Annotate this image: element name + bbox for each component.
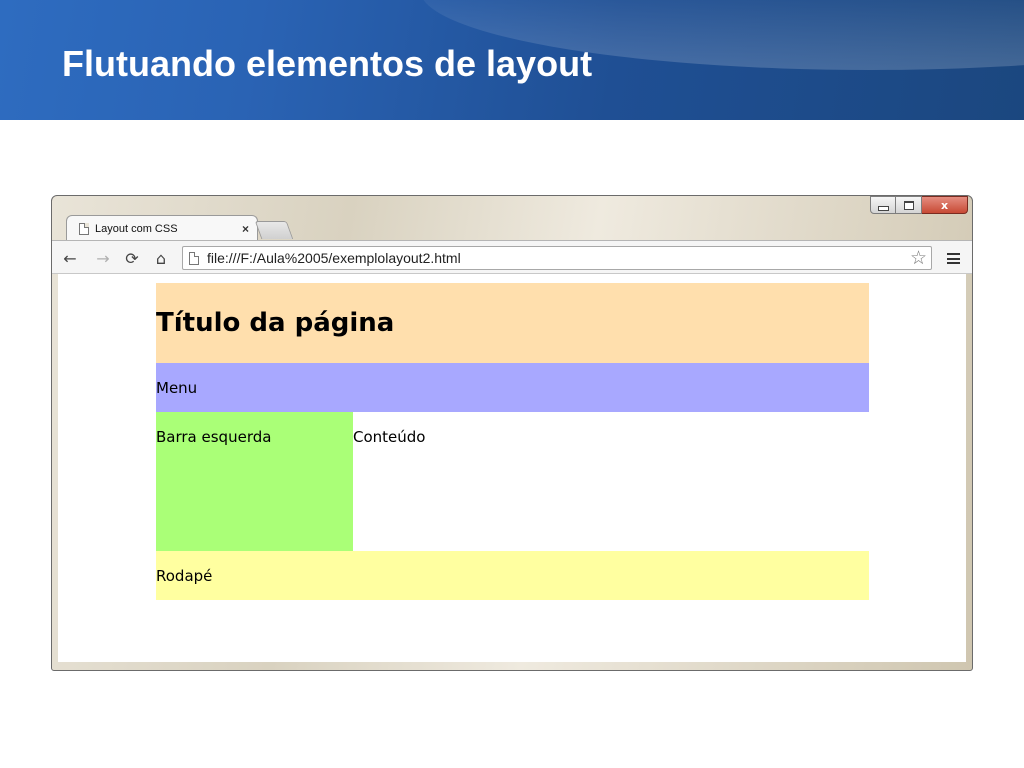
tab-title: Layout com CSS: [95, 222, 178, 235]
site-menu-label: Menu: [156, 378, 198, 397]
page-favicon-icon: [79, 222, 89, 235]
minimize-icon: [877, 205, 889, 211]
new-tab-button[interactable]: [254, 221, 294, 239]
slide-header-band: Flutuando elementos de layout: [0, 0, 1024, 120]
site-left-sidebar: Barra esquerda: [156, 412, 353, 551]
browser-tab[interactable]: Layout com CSS ×: [66, 215, 258, 241]
maximize-icon: [903, 200, 914, 210]
tab-close-icon[interactable]: ×: [242, 222, 249, 236]
menu-bar: [947, 262, 960, 264]
page-viewport: Título da página Menu Barra esquerda Con…: [58, 274, 966, 662]
site-content: Conteúdo: [353, 412, 869, 551]
window-controls: x: [870, 196, 968, 216]
browser-window: x Layout com CSS × ← → ⟳ ⌂ file:///F:/Au…: [51, 195, 973, 671]
site-middle-row: Barra esquerda Conteúdo: [156, 412, 869, 551]
hamburger-menu-icon[interactable]: [947, 253, 960, 264]
slide-title: Flutuando elementos de layout: [62, 43, 593, 84]
back-arrow-icon[interactable]: ←: [60, 248, 80, 268]
site-footer: Rodapé: [156, 551, 869, 600]
close-icon: x: [940, 198, 949, 212]
page-icon: [189, 251, 199, 265]
reload-icon[interactable]: ⟳: [122, 248, 142, 268]
maximize-button[interactable]: [896, 196, 922, 214]
url-text[interactable]: file:///F:/Aula%2005/exemplolayout2.html: [207, 250, 910, 266]
site-header: Título da página: [156, 283, 869, 363]
bookmark-star-icon[interactable]: ☆: [910, 248, 927, 268]
minimize-button[interactable]: [870, 196, 896, 214]
menu-bar: [947, 253, 960, 255]
site-menu: Menu: [156, 363, 869, 412]
site-header-title: Título da página: [156, 308, 395, 338]
footer-label: Rodapé: [156, 566, 213, 585]
browser-toolbar: ← → ⟳ ⌂ file:///F:/Aula%2005/exemplolayo…: [52, 240, 972, 274]
forward-arrow-icon[interactable]: →: [93, 248, 113, 268]
sidebar-label: Barra esquerda: [156, 428, 272, 446]
rendered-site: Título da página Menu Barra esquerda Con…: [156, 283, 869, 600]
content-label: Conteúdo: [353, 428, 426, 446]
address-bar[interactable]: file:///F:/Aula%2005/exemplolayout2.html…: [182, 246, 932, 270]
menu-bar: [947, 257, 960, 260]
close-window-button[interactable]: x: [922, 196, 968, 214]
home-icon[interactable]: ⌂: [151, 248, 171, 268]
